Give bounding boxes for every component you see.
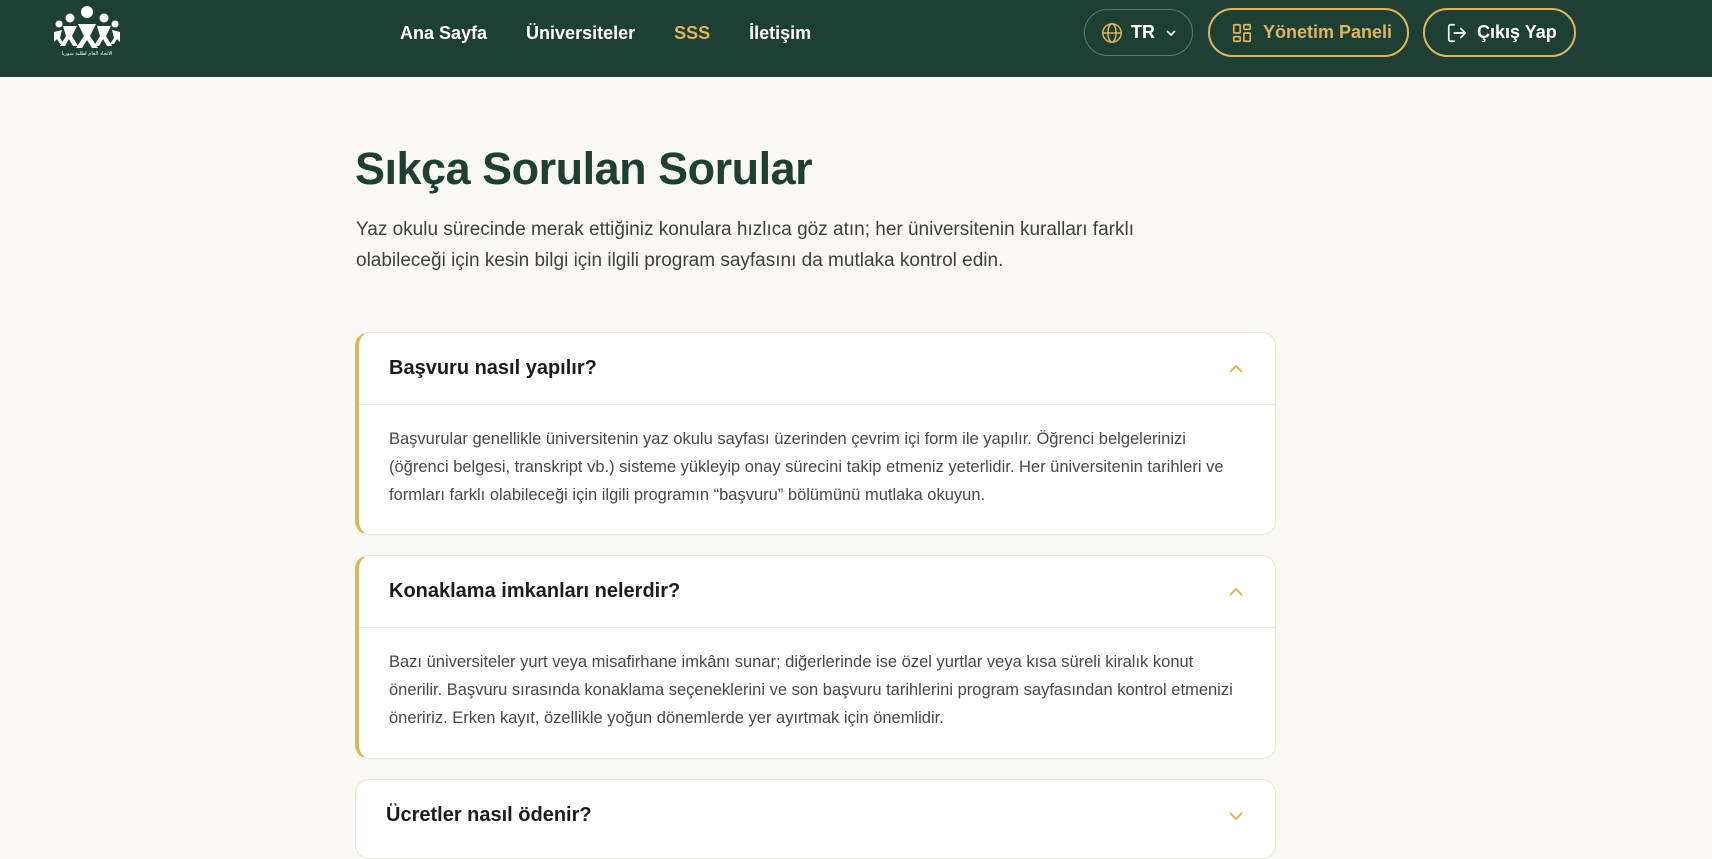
logo-caption: الاتحاد العام لطلبة سوريا [61,51,113,57]
faq-question: Başvuru nasıl yapılır? [389,357,597,379]
page-intro: Yaz okulu sürecinde merak ettiğiniz konu… [356,219,1134,271]
nav-link-contact[interactable]: İletişim [749,20,811,46]
chevron-down-icon [1229,811,1243,820]
dashboard-button-label: Yönetim Paneli [1263,22,1393,42]
chevron-up-icon [1229,364,1243,373]
nav-link-home[interactable]: Ana Sayfa [400,20,487,46]
dashboard-button[interactable]: Yönetim Paneli [1208,8,1409,57]
language-selector[interactable]: TR [1084,9,1193,56]
faq-answer: Başvurular genellikle üniversitenin yaz … [359,404,1275,509]
chevron-up-icon [1229,587,1243,596]
faq-question-toggle[interactable]: Ücretler nasıl ödenir? [356,780,1275,851]
logout-button-label: Çıkış Yap [1477,22,1557,42]
logout-button[interactable]: Çıkış Yap [1423,8,1576,57]
language-label: TR [1131,22,1155,42]
globe-icon [1102,22,1122,43]
faq-question-toggle[interactable]: Konaklama imkanları nelerdir? [359,556,1275,627]
faq-question: Konaklama imkanları nelerdir? [389,580,681,602]
top-navbar: الاتحاد العام لطلبة سوريا Ana Sayfa Üniv… [0,0,1712,77]
main-nav: Ana Sayfa Üniversiteler SSS İletişim [400,20,850,46]
faq-answer: Bazı üniversiteler yurt veya misafirhane… [359,627,1275,732]
faq-item: Konaklama imkanları nelerdir? Bazı ünive… [355,555,1276,759]
nav-link-faq[interactable]: SSS [674,20,710,46]
nav-link-universities[interactable]: Üniversiteler [526,20,635,46]
logout-icon [1447,23,1467,42]
page-title: Sıkça Sorulan Sorular [355,143,813,194]
faq-item: Ücretler nasıl ödenir? [355,779,1276,859]
faq-item: Başvuru nasıl yapılır? Başvurular genell… [355,332,1276,535]
chevron-down-icon [1166,29,1176,36]
faq-question-toggle[interactable]: Başvuru nasıl yapılır? [359,333,1275,404]
dashboard-icon [1232,23,1252,42]
faq-question: Ücretler nasıl ödenir? [386,804,592,826]
